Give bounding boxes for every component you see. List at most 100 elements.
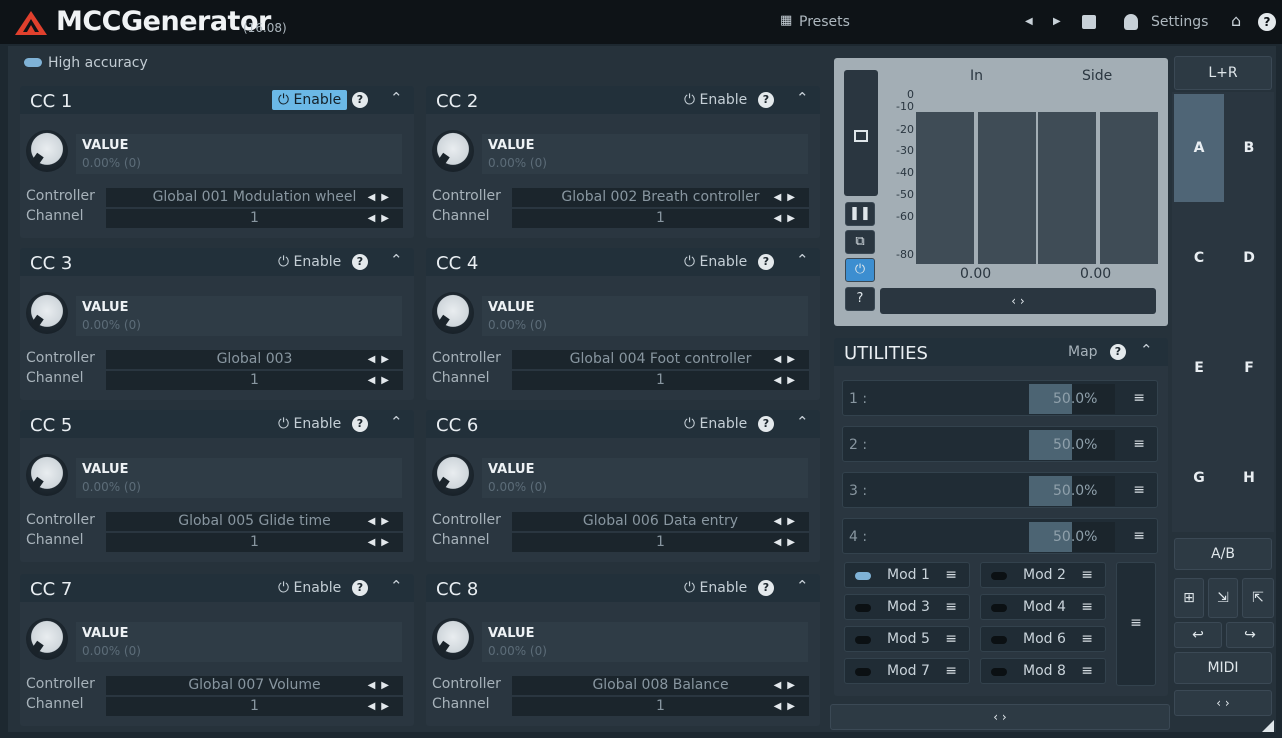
controller-arrows-icon[interactable]: ◀▶ (368, 512, 395, 531)
controller-arrows-icon[interactable]: ◀▶ (368, 350, 395, 369)
utility-row[interactable]: 3 : 50.0% ≡ (842, 472, 1158, 508)
mod-menu-icon[interactable]: ≡ (945, 567, 957, 583)
grid-icon[interactable]: ⊞ (1174, 578, 1204, 618)
resize-handle-icon[interactable] (1262, 720, 1274, 732)
mod-button[interactable]: Mod 1 ≡ (844, 562, 970, 588)
mod-menu-icon[interactable]: ≡ (945, 663, 957, 679)
mod-toggle-icon[interactable] (991, 668, 1007, 676)
utility-slider[interactable]: 50.0% (1029, 476, 1115, 506)
channel-selector[interactable]: 1 ◀▶ (106, 209, 403, 228)
mod-button[interactable]: Mod 7 ≡ (844, 658, 970, 684)
enable-toggle[interactable]: ⏻ Enable (678, 578, 753, 598)
value-knob[interactable] (26, 454, 68, 496)
value-knob[interactable] (26, 292, 68, 334)
mod-button[interactable]: Mod 8 ≡ (980, 658, 1106, 684)
cc-help-icon[interactable]: ? (758, 92, 774, 108)
controller-selector[interactable]: Global 005 Glide time ◀▶ (106, 512, 403, 531)
help-icon[interactable]: ? (1258, 13, 1276, 31)
channel-arrows-icon[interactable]: ◀▶ (368, 697, 395, 716)
utility-menu-icon[interactable]: ≡ (1133, 436, 1145, 452)
mod-menu-icon[interactable]: ≡ (945, 599, 957, 615)
preset-slot-d[interactable]: D (1224, 204, 1274, 312)
enable-toggle[interactable]: ⏻ Enable (678, 252, 753, 272)
copy-out-icon[interactable]: ⇱ (1242, 578, 1274, 618)
channel-arrows-icon[interactable]: ◀▶ (774, 209, 801, 228)
meter-help-button[interactable]: ? (845, 287, 875, 311)
controller-selector[interactable]: Global 007 Volume ◀▶ (106, 676, 403, 695)
high-accuracy-label[interactable]: High accuracy (48, 55, 148, 71)
value-knob[interactable] (432, 618, 474, 660)
channel-arrows-icon[interactable]: ◀▶ (368, 371, 395, 390)
utility-row[interactable]: 2 : 50.0% ≡ (842, 426, 1158, 462)
mod-button[interactable]: Mod 6 ≡ (980, 626, 1106, 652)
high-accuracy-toggle-icon[interactable] (24, 58, 42, 67)
map-button[interactable]: Map (1068, 344, 1098, 360)
value-knob[interactable] (26, 130, 68, 172)
presets-expand-button[interactable]: ‹ › (1174, 690, 1272, 716)
cc-collapse-icon[interactable]: ⌃ (390, 577, 403, 595)
controller-selector[interactable]: Global 008 Balance ◀▶ (512, 676, 809, 695)
presets-button[interactable]: Presets (799, 14, 850, 30)
mod-button[interactable]: Mod 2 ≡ (980, 562, 1106, 588)
mod-toggle-icon[interactable] (855, 572, 871, 580)
controller-selector[interactable]: Global 002 Breath controller ◀▶ (512, 188, 809, 207)
utility-slider[interactable]: 50.0% (1029, 522, 1115, 552)
utilities-expand-button[interactable]: ‹ › (830, 704, 1170, 730)
mod-toggle-icon[interactable] (991, 636, 1007, 644)
preset-slot-a[interactable]: A (1174, 94, 1224, 202)
redo-icon[interactable]: ↪ (1226, 622, 1274, 648)
controller-selector[interactable]: Global 003 ◀▶ (106, 350, 403, 369)
mod-menu-icon[interactable]: ≡ (1081, 567, 1093, 583)
cc-help-icon[interactable]: ? (352, 416, 368, 432)
channel-arrows-icon[interactable]: ◀▶ (368, 533, 395, 552)
utility-menu-icon[interactable]: ≡ (1133, 482, 1145, 498)
prev-preset-icon[interactable]: ◀ (1025, 16, 1033, 27)
utility-menu-icon[interactable]: ≡ (1133, 390, 1145, 406)
controller-selector[interactable]: Global 004 Foot controller ◀▶ (512, 350, 809, 369)
mod-button[interactable]: Mod 4 ≡ (980, 594, 1106, 620)
mod-toggle-icon[interactable] (855, 604, 871, 612)
controller-selector[interactable]: Global 006 Data entry ◀▶ (512, 512, 809, 531)
cc-help-icon[interactable]: ? (758, 254, 774, 270)
meter-view-button[interactable] (844, 70, 878, 196)
random-preset-icon[interactable] (1082, 15, 1096, 29)
enable-toggle[interactable]: ⏻ Enable (272, 252, 347, 272)
controller-arrows-icon[interactable]: ◀▶ (368, 188, 395, 207)
pause-button[interactable]: ❚❚ (845, 202, 875, 226)
mod-menu-icon[interactable]: ≡ (1081, 663, 1093, 679)
utility-slider[interactable]: 50.0% (1029, 384, 1115, 414)
channel-arrows-icon[interactable]: ◀▶ (774, 697, 801, 716)
undo-icon[interactable]: ↩ (1174, 622, 1222, 648)
channel-selector[interactable]: 1 ◀▶ (512, 209, 809, 228)
utility-row[interactable]: 1 : 50.0% ≡ (842, 380, 1158, 416)
copy-in-icon[interactable]: ⇲ (1208, 578, 1238, 618)
power-button[interactable]: ⏻ (845, 258, 875, 282)
enable-toggle[interactable]: ⏻ Enable (678, 414, 753, 434)
home-icon[interactable]: ⌂ (1231, 11, 1241, 30)
controller-arrows-icon[interactable]: ◀▶ (774, 512, 801, 531)
utility-slider[interactable]: 50.0% (1029, 430, 1115, 460)
value-knob[interactable] (432, 130, 474, 172)
cc-collapse-icon[interactable]: ⌃ (390, 89, 403, 107)
cc-collapse-icon[interactable]: ⌃ (796, 89, 809, 107)
settings-button[interactable]: Settings (1151, 14, 1208, 30)
preset-slot-f[interactable]: F (1224, 314, 1274, 422)
enable-toggle[interactable]: ⏻ Enable (272, 414, 347, 434)
channel-arrows-icon[interactable]: ◀▶ (774, 533, 801, 552)
enable-toggle[interactable]: ⏻ Enable (272, 578, 347, 598)
mod-toggle-icon[interactable] (855, 668, 871, 676)
ab-button[interactable]: A/B (1174, 538, 1272, 570)
window-icon[interactable]: ⧉ (845, 230, 875, 254)
controller-arrows-icon[interactable]: ◀▶ (774, 676, 801, 695)
value-knob[interactable] (26, 618, 68, 660)
utility-row[interactable]: 4 : 50.0% ≡ (842, 518, 1158, 554)
settings-shield-icon[interactable] (1124, 14, 1138, 30)
channel-selector[interactable]: 1 ◀▶ (106, 697, 403, 716)
enable-toggle[interactable]: ⏻ Enable (678, 90, 753, 110)
cc-help-icon[interactable]: ? (758, 580, 774, 596)
cc-help-icon[interactable]: ? (758, 416, 774, 432)
mod-toggle-icon[interactable] (991, 604, 1007, 612)
midi-button[interactable]: MIDI (1174, 652, 1272, 684)
preset-slot-c[interactable]: C (1174, 204, 1224, 312)
utility-menu-icon[interactable]: ≡ (1133, 528, 1145, 544)
